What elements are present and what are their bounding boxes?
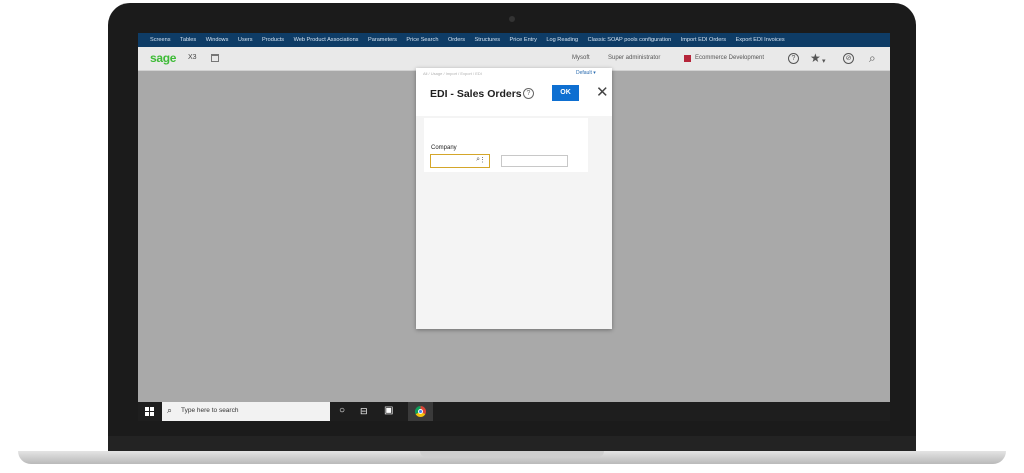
windows-start-icon[interactable] bbox=[145, 407, 154, 416]
nav-item-screens[interactable]: Screens bbox=[150, 37, 171, 43]
laptop-chin bbox=[108, 436, 916, 452]
search-icon[interactable]: ⌕ bbox=[869, 51, 876, 65]
laptop-base-notch bbox=[420, 451, 604, 457]
company-selector[interactable]: Mysoft bbox=[572, 55, 590, 61]
chevron-down-icon[interactable]: ▾ bbox=[822, 55, 826, 69]
cortana-icon[interactable]: ○ bbox=[339, 405, 345, 417]
taskbar-search-box[interactable]: ⌕ Type here to search bbox=[162, 402, 330, 421]
compass-icon[interactable]: ⊘ bbox=[843, 53, 854, 64]
nav-item-price-search[interactable]: Price Search bbox=[406, 37, 438, 43]
nav-item-users[interactable]: Users bbox=[238, 37, 253, 43]
breadcrumb[interactable]: All / Usage / Import / Export / EDI bbox=[423, 71, 482, 76]
nav-item-export-edi-invoices[interactable]: Export EDI Invoices bbox=[736, 37, 785, 43]
product-name: X3 bbox=[188, 54, 197, 61]
calendar-icon[interactable] bbox=[211, 54, 219, 62]
store-bag-icon[interactable]: ▣ bbox=[384, 405, 393, 417]
windows-taskbar: ⌕ Type here to search ○ ⊟ ▣ bbox=[138, 402, 890, 421]
webcam bbox=[509, 16, 515, 22]
company-field[interactable]: ⌕ ⋮ bbox=[430, 154, 490, 168]
taskbar-search-placeholder: Type here to search bbox=[181, 407, 239, 414]
company-label: Company bbox=[431, 145, 457, 151]
folder-color-icon bbox=[684, 55, 691, 62]
nav-item-windows[interactable]: Windows bbox=[206, 37, 229, 43]
question-icon[interactable]: ? bbox=[523, 88, 534, 99]
nav-item-orders[interactable]: Orders bbox=[448, 37, 465, 43]
screen: Screens Tables Windows Users Products We… bbox=[138, 33, 890, 421]
nav-item-tables[interactable]: Tables bbox=[180, 37, 196, 43]
dialog-title: EDI - Sales Orders bbox=[430, 88, 522, 100]
task-view-icon[interactable]: ⊟ bbox=[360, 405, 368, 417]
edi-sales-orders-dialog: All / Usage / Import / Export / EDI Defa… bbox=[416, 68, 612, 329]
nav-item-price-entry[interactable]: Price Entry bbox=[510, 37, 537, 43]
company-description-field bbox=[501, 155, 568, 167]
nav-item-classic-soap-pools[interactable]: Classic SOAP pools configuration bbox=[588, 37, 672, 43]
search-glass-icon: ⌕ bbox=[167, 405, 173, 415]
nav-item-web-product-associations[interactable]: Web Product Associations bbox=[294, 37, 359, 43]
close-icon[interactable]: ✕ bbox=[596, 84, 609, 101]
default-label: Default bbox=[576, 70, 592, 76]
nav-item-log-reading[interactable]: Log Reading bbox=[546, 37, 578, 43]
sage-logo[interactable]: sage bbox=[150, 51, 176, 65]
nav-item-products[interactable]: Products bbox=[262, 37, 284, 43]
folder-selector[interactable]: Ecommerce Development bbox=[695, 55, 764, 61]
user-selector[interactable]: Super administrator bbox=[608, 55, 660, 61]
favorites-star-icon[interactable]: ★ bbox=[810, 51, 821, 65]
nav-item-import-edi-orders[interactable]: Import EDI Orders bbox=[681, 37, 726, 43]
top-navigation: Screens Tables Windows Users Products We… bbox=[138, 33, 890, 47]
chrome-icon[interactable] bbox=[415, 406, 426, 417]
nav-item-structures[interactable]: Structures bbox=[475, 37, 501, 43]
ok-button[interactable]: OK bbox=[552, 85, 579, 101]
criteria-panel: Company ⌕ ⋮ bbox=[424, 118, 588, 172]
default-selector[interactable]: Default ▾ bbox=[576, 70, 596, 76]
more-options-icon[interactable]: ⋮ bbox=[479, 156, 486, 164]
help-icon[interactable]: ? bbox=[788, 53, 799, 64]
nav-item-parameters[interactable]: Parameters bbox=[368, 37, 397, 43]
